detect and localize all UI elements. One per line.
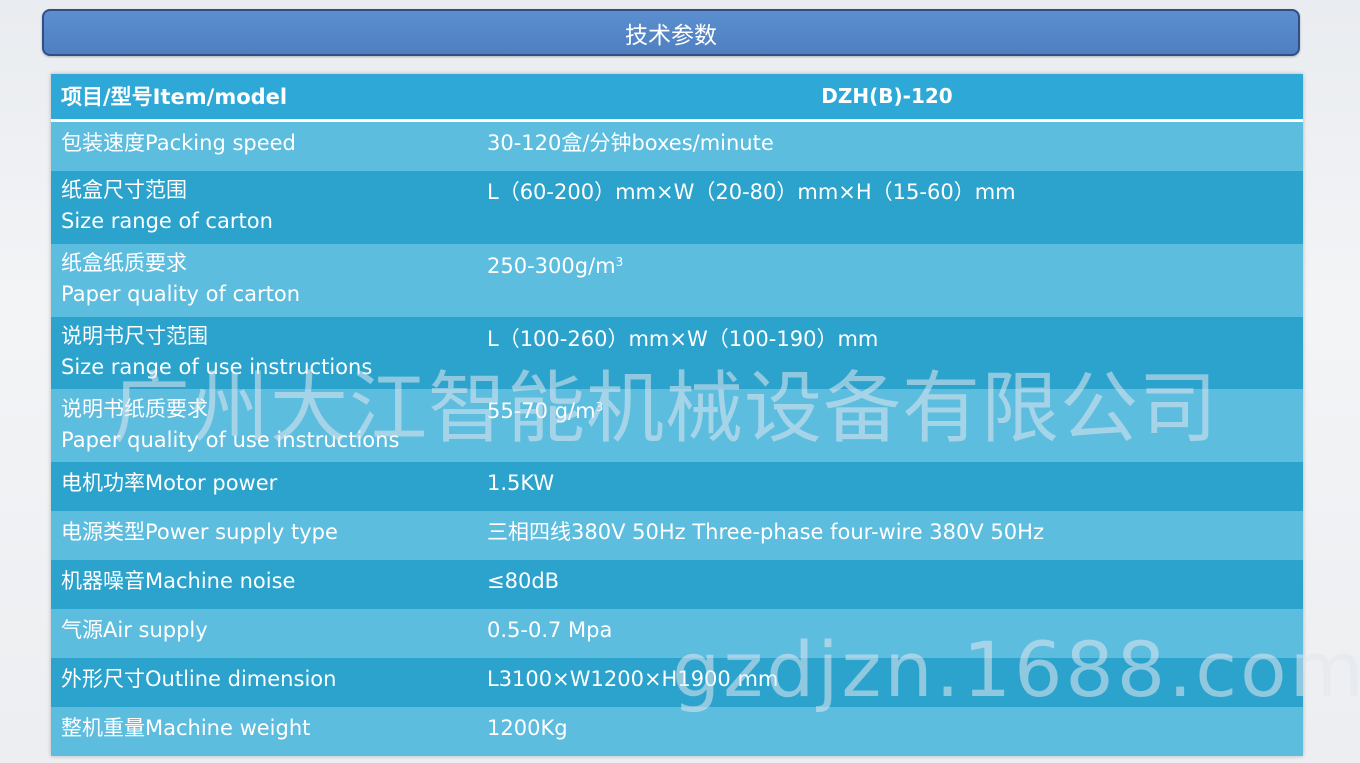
table-row: 整机重量Machine weight 1200Kg	[51, 707, 1303, 756]
spec-table: 项目/型号Item/model DZH(B)-120 包装速度Packing s…	[51, 74, 1303, 756]
row-value: 1200Kg	[487, 716, 568, 740]
row-label-cn: 说明书尺寸范围	[61, 324, 208, 348]
row-label: 说明书纸质要求 Paper quality of use instruction…	[61, 397, 399, 452]
row-value-text: 55-70 g/m	[487, 399, 596, 423]
table-row: 纸盒尺寸范围 Size range of carton L（60-200）mm×…	[51, 171, 1303, 244]
row-label: 说明书尺寸范围 Size range of use instructions	[61, 324, 372, 379]
row-label: 包装速度Packing speed	[61, 131, 296, 155]
table-header: 项目/型号Item/model DZH(B)-120	[51, 74, 1303, 122]
header-model-value: DZH(B)-120	[821, 84, 953, 108]
table-row: 说明书尺寸范围 Size range of use instructions L…	[51, 317, 1303, 389]
row-value-superscript: 3	[595, 400, 604, 414]
row-value: L3100×W1200×H1900 mm	[487, 667, 779, 691]
row-value: 0.5-0.7 Mpa	[487, 618, 613, 642]
row-label: 纸盒纸质要求 Paper quality of carton	[61, 251, 300, 306]
row-label: 机器噪音Machine noise	[61, 569, 296, 593]
table-row: 气源Air supply 0.5-0.7 Mpa	[51, 609, 1303, 658]
row-value: 250-300g/m3	[487, 254, 623, 278]
row-value-superscript: 3	[615, 255, 624, 269]
row-value: ≤80dB	[487, 569, 560, 593]
row-value: 1.5KW	[487, 471, 555, 495]
row-label-en: Paper quality of carton	[61, 282, 301, 306]
row-label-cn: 纸盒纸质要求	[61, 251, 187, 275]
page-title: 技术参数	[42, 9, 1300, 56]
table-row: 说明书纸质要求 Paper quality of use instruction…	[51, 389, 1303, 462]
row-value: L（100-260）mm×W（100-190）mm	[487, 327, 879, 351]
row-label: 纸盒尺寸范围 Size range of carton	[61, 178, 273, 233]
table-row: 电机功率Motor power 1.5KW	[51, 462, 1303, 511]
row-label: 电机功率Motor power	[61, 471, 278, 495]
row-label-en: Size range of carton	[61, 209, 273, 233]
row-label-cn: 纸盒尺寸范围	[61, 178, 187, 202]
row-value: L（60-200）mm×W（20-80）mm×H（15-60）mm	[487, 180, 1016, 204]
row-label: 外形尺寸Outline dimension	[61, 667, 337, 691]
table-row: 包装速度Packing speed 30-120盒/分钟boxes/minute	[51, 122, 1303, 171]
row-label: 电源类型Power supply type	[61, 520, 338, 544]
row-value: 三相四线380V 50Hz Three-phase four-wire 380V…	[487, 520, 1044, 544]
table-row: 纸盒纸质要求 Paper quality of carton 250-300g/…	[51, 244, 1303, 317]
row-label-en: Size range of use instructions	[61, 355, 373, 379]
header-item-model: 项目/型号Item/model	[61, 85, 288, 109]
table-row: 电源类型Power supply type 三相四线380V 50Hz Thre…	[51, 511, 1303, 560]
row-label: 整机重量Machine weight	[61, 716, 311, 740]
row-label: 气源Air supply	[61, 618, 208, 642]
row-label-cn: 说明书纸质要求	[61, 397, 208, 421]
table-row: 外形尺寸Outline dimension L3100×W1200×H1900 …	[51, 658, 1303, 707]
row-value-text: 250-300g/m	[487, 254, 616, 278]
row-label-en: Paper quality of use instructions	[61, 428, 400, 452]
row-value: 30-120盒/分钟boxes/minute	[487, 131, 774, 155]
row-value: 55-70 g/m3	[487, 399, 603, 423]
table-row: 机器噪音Machine noise ≤80dB	[51, 560, 1303, 609]
